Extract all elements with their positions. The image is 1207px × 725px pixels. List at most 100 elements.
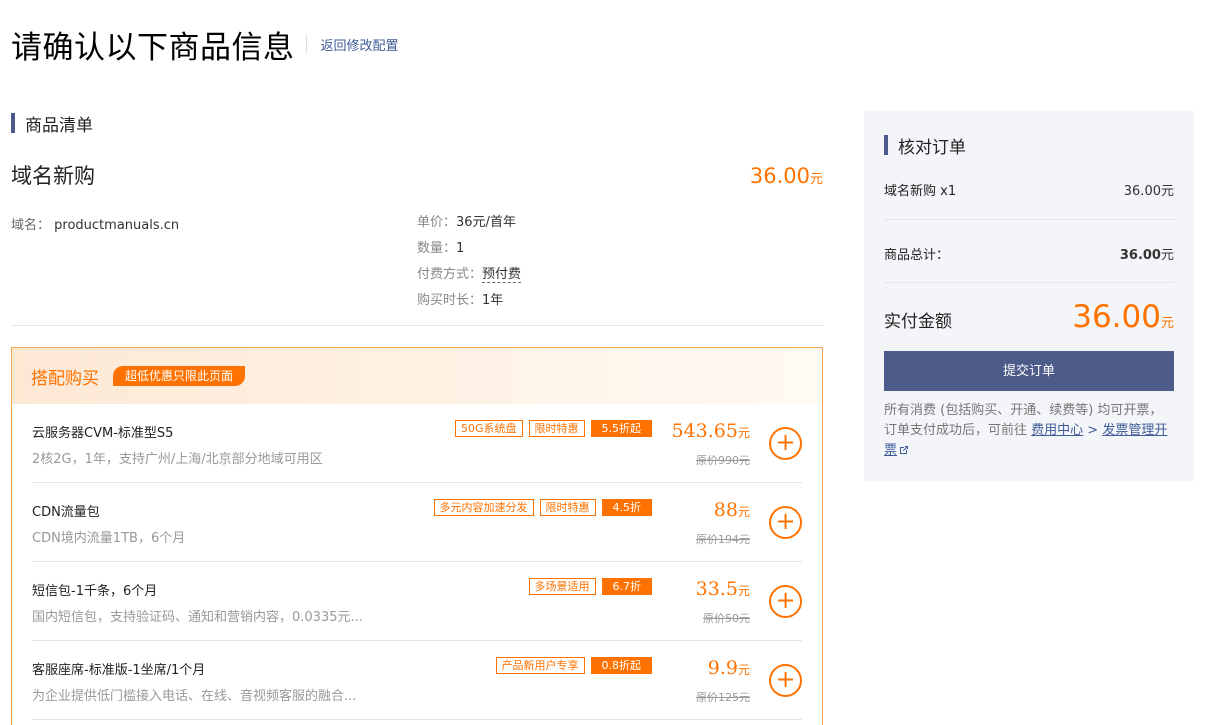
external-link-icon[interactable] xyxy=(899,445,909,455)
submit-order-button[interactable]: 提交订单 xyxy=(884,351,1174,391)
add-bundle-item-button[interactable]: + xyxy=(769,585,802,618)
item-name: 云服务器CVM-标准型S5 xyxy=(32,426,174,441)
spec-label: 付费方式： xyxy=(417,267,483,282)
item-price-unit: 元 xyxy=(737,505,750,519)
item-tag: 限时特惠 xyxy=(539,499,596,516)
product-price-value: 36.00 xyxy=(749,164,810,188)
spec-unit-price: 单价：36元/首年 xyxy=(417,214,521,240)
product-head: 域名新购 36.00元 xyxy=(11,160,823,194)
page-header: 请确认以下商品信息 返回修改配置 xyxy=(11,24,399,66)
billing-center-link[interactable]: 费用中心 xyxy=(1031,423,1083,438)
spec-label: 数量： xyxy=(417,241,457,256)
discount-badge: 4.5折 xyxy=(601,499,652,516)
order-section-title-text: 核对订单 xyxy=(898,137,966,158)
bundle-item-service-seat: 客服座席-标准版-1坐席/1个月 为企业提供低门槛接入电话、在线、音视频客服的融… xyxy=(32,641,802,720)
bundle-badge: 超低优惠只限此页面 xyxy=(113,366,246,386)
spec-duration: 购买时长：1年 xyxy=(417,292,521,318)
section-bar xyxy=(11,113,15,133)
payment-method-tooltip-trigger[interactable]: 预付费 xyxy=(482,267,522,283)
domain-label: 域名： xyxy=(11,218,51,233)
product-name: 域名新购 xyxy=(11,164,95,188)
line-item-value: 36.00元 xyxy=(1124,180,1174,199)
item-desc: 国内短信包，支持验证码、通知和营销内容，0.0335元... xyxy=(32,610,363,625)
add-bundle-item-button[interactable]: + xyxy=(769,664,802,697)
order-summary-panel: 核对订单 域名新购 x1 36.00元 商品总计： 36.00元 实付金额 36… xyxy=(864,111,1194,481)
header-divider xyxy=(305,35,307,53)
item-tag: 产品新用户专享 xyxy=(495,657,585,674)
product-detail: 域名： productmanuals.cn 单价：36元/首年 数量：1 付费方… xyxy=(11,194,823,326)
domain-value: productmanuals.cn xyxy=(54,218,180,233)
total-value: 36.00元 xyxy=(1120,244,1174,263)
add-bundle-item-button[interactable]: + xyxy=(769,427,802,460)
domain-line: 域名： productmanuals.cn xyxy=(11,214,179,233)
line-item-label: 域名新购 x1 xyxy=(884,184,957,199)
total-label: 商品总计： xyxy=(884,248,950,263)
item-name: 客服座席-标准版-1坐席/1个月 xyxy=(32,663,206,678)
item-desc: 2核2G，1年，支持广州/上海/北京部分地域可用区 xyxy=(32,452,323,467)
item-price-unit: 元 xyxy=(737,426,750,440)
line-item-unit: 元 xyxy=(1160,184,1174,199)
discount-badge: 5.5折起 xyxy=(590,420,652,437)
spec-payment-method: 付费方式：预付费 xyxy=(417,266,522,292)
spec-value: 36元/首年 xyxy=(456,215,516,230)
pay-unit: 元 xyxy=(1160,316,1174,331)
item-price: 9.9元 xyxy=(708,657,750,679)
payable-row: 实付金额 36.00元 xyxy=(884,283,1174,351)
item-tag: 限时特惠 xyxy=(528,420,585,437)
item-name: CDN流量包 xyxy=(32,505,100,520)
section-bar xyxy=(884,135,888,155)
order-section-title: 核对订单 xyxy=(884,134,1174,158)
product-price: 36.00元 xyxy=(750,164,823,188)
item-price-value: 9.9 xyxy=(707,657,738,679)
item-price-unit: 元 xyxy=(737,584,750,598)
item-price-value: 88 xyxy=(713,499,738,521)
back-to-config-link[interactable]: 返回修改配置 xyxy=(321,35,399,54)
item-desc: 为企业提供低门槛接入电话、在线、音视频客服的融合... xyxy=(32,689,357,704)
total-unit: 元 xyxy=(1160,248,1174,263)
item-tags: 50G系统盘 限时特惠 5.5折起 xyxy=(454,420,652,437)
spec-list: 单价：36元/首年 数量：1 付费方式：预付费 购买时长：1年 xyxy=(417,214,522,318)
goods-section-title: 商品清单 xyxy=(11,112,823,136)
spec-value: 1年 xyxy=(482,293,504,308)
item-desc: CDN境内流量1TB，6个月 xyxy=(32,531,186,546)
add-bundle-item-button[interactable]: + xyxy=(769,506,802,539)
spec-label: 购买时长： xyxy=(417,293,483,308)
spec-quantity: 数量：1 xyxy=(417,240,521,266)
invoice-notice: 所有消费 (包括购买、开通、续费等) 均可开票，订单支付成功后，可前往 费用中心… xyxy=(884,401,1174,461)
bundle-header: 搭配购买 超低优惠只限此页面 xyxy=(12,348,822,404)
goods-panel: 商品清单 域名新购 36.00元 域名： productmanuals.cn 单… xyxy=(11,112,823,725)
order-total-row: 商品总计： 36.00元 xyxy=(884,220,1174,283)
bundle-item-cdn: CDN流量包 CDN境内流量1TB，6个月 多元内容加速分发 限时特惠 4.5折… xyxy=(32,483,802,562)
item-original-price: 原价194元 xyxy=(696,533,750,546)
bundle-item-cvm: 云服务器CVM-标准型S5 2核2G，1年，支持广州/上海/北京部分地域可用区 … xyxy=(32,404,802,483)
item-price-value: 543.65 xyxy=(671,420,738,442)
item-name: 短信包-1千条，6个月 xyxy=(32,584,158,599)
pay-amount: 36.00 xyxy=(1072,299,1161,335)
item-tags: 多元内容加速分发 限时特惠 4.5折 xyxy=(433,499,652,516)
item-tag: 多元内容加速分发 xyxy=(433,499,534,516)
item-original-price: 原价50元 xyxy=(703,612,750,625)
item-original-price: 原价990元 xyxy=(696,454,750,467)
notice-separator: > xyxy=(1083,423,1103,438)
bundle-title: 搭配购买 xyxy=(31,368,99,389)
discount-badge: 0.8折起 xyxy=(590,657,652,674)
item-tag: 50G系统盘 xyxy=(454,420,523,437)
order-line-item: 域名新购 x1 36.00元 xyxy=(884,156,1174,220)
item-tags: 产品新用户专享 0.8折起 xyxy=(495,657,652,674)
bundle-item-sms: 短信包-1千条，6个月 国内短信包，支持验证码、通知和营销内容，0.0335元.… xyxy=(32,562,802,641)
product-price-unit: 元 xyxy=(809,172,823,187)
total-amount: 36.00 xyxy=(1119,248,1161,263)
page-title: 请确认以下商品信息 xyxy=(11,29,295,66)
spec-label: 单价： xyxy=(417,215,457,230)
item-original-price: 原价125元 xyxy=(696,691,750,704)
item-price-unit: 元 xyxy=(737,663,750,677)
item-price: 33.5元 xyxy=(696,578,750,600)
item-tag: 多场景适用 xyxy=(528,578,596,595)
pay-value: 36.00元 xyxy=(1072,299,1174,335)
item-price: 543.65元 xyxy=(672,420,751,442)
discount-badge: 6.7折 xyxy=(601,578,652,595)
item-price-value: 33.5 xyxy=(695,578,738,600)
goods-section-title-text: 商品清单 xyxy=(25,115,93,136)
pay-label: 实付金额 xyxy=(884,312,952,332)
bundle-panel: 搭配购买 超低优惠只限此页面 云服务器CVM-标准型S5 2核2G，1年，支持广… xyxy=(11,347,823,725)
